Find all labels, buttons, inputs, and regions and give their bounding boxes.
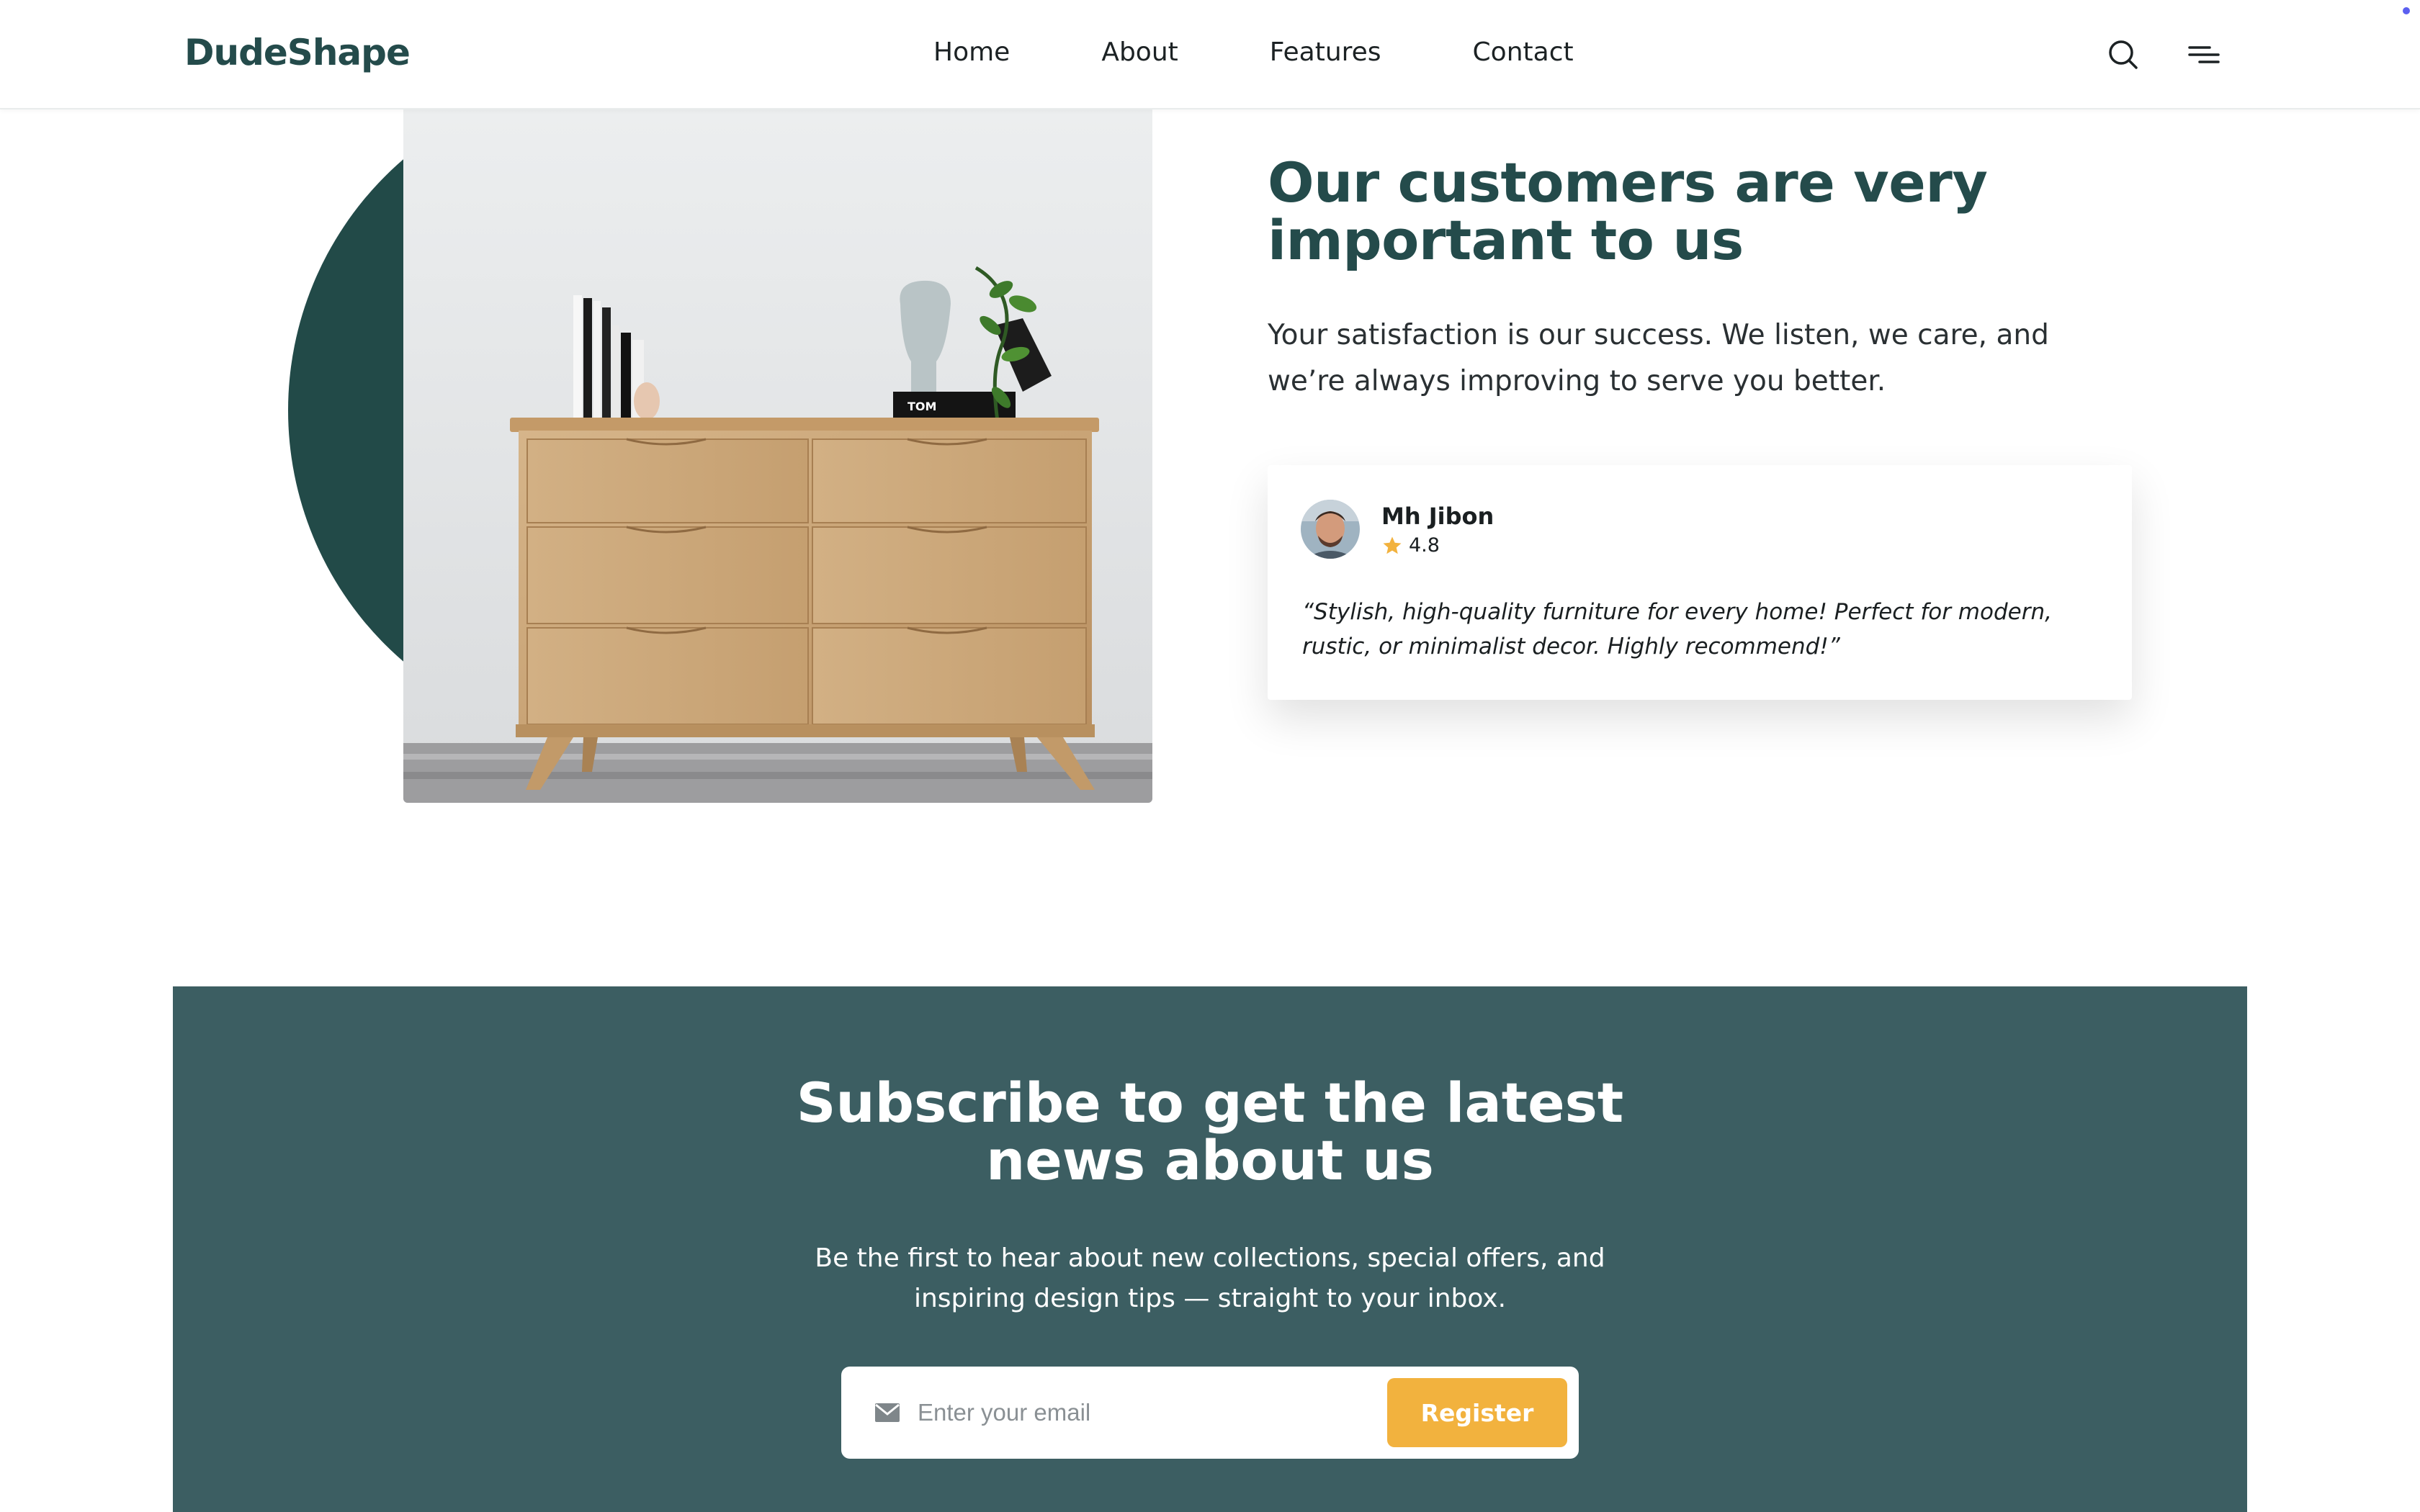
site-header: DudeShape Home About Features Contact [0,0,2420,109]
nav-about[interactable]: About [1101,37,1178,67]
mail-icon [875,1403,900,1422]
search-icon[interactable] [2105,36,2142,73]
review-quote: “Stylish, high-quality furniture for eve… [1302,599,2052,660]
customers-text: Your satisfaction is our success. We lis… [1268,319,2049,397]
indicator-dot [2403,7,2410,14]
register-button[interactable]: Register [1387,1378,1567,1447]
customers-title: Our customers are very important to us [1268,150,1988,272]
svg-text:TOM: TOM [908,400,936,413]
logo[interactable]: DudeShape [184,32,411,73]
nav-home[interactable]: Home [933,37,1010,67]
reviewer-name: Mh Jibon [1381,503,1494,530]
subscribe-title-line1: Subscribe to get the latest [796,1071,1624,1135]
email-input[interactable] [918,1391,1379,1434]
nav-contact[interactable]: Contact [1473,37,1574,67]
nav-features[interactable]: Features [1270,37,1381,67]
rating-value: 4.8 [1409,534,1440,557]
review-rating: 4.8 [1381,534,1440,557]
menu-icon[interactable] [2185,36,2223,73]
dresser-image: TOM [403,109,1152,803]
main-nav: Home About Features Contact [933,37,1574,67]
subscribe-form: Register [841,1367,1579,1459]
subscribe-text: Be the first to hear about new collectio… [815,1243,1605,1313]
subscribe-title: Subscribe to get the latest news about u… [173,1074,2247,1189]
review-card: Mh Jibon 4.8 “Stylish, high-quality furn… [1268,465,2132,700]
subscribe-title-line2: news about us [986,1128,1434,1192]
star-icon [1383,536,1402,554]
subscribe-section: Subscribe to get the latest news about u… [173,986,2247,1512]
reviewer-avatar [1301,500,1360,559]
